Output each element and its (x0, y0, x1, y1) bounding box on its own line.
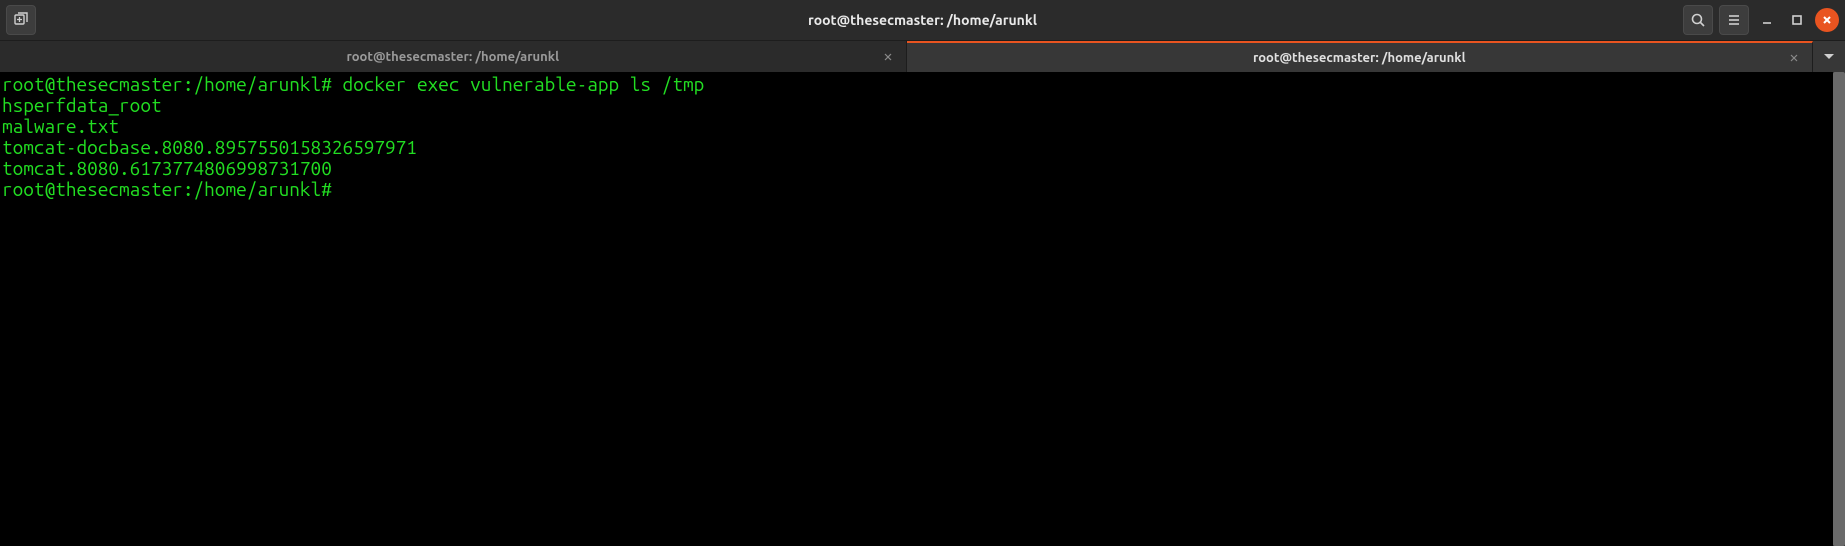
window-controls (1683, 5, 1839, 35)
search-button[interactable] (1683, 5, 1713, 35)
terminal-line: root@thesecmaster:/home/arunkl# docker e… (2, 74, 1831, 95)
tab-bar: root@thesecmaster: /home/arunkl root@the… (0, 40, 1845, 72)
terminal[interactable]: root@thesecmaster:/home/arunkl# docker e… (0, 72, 1833, 546)
terminal-line: root@thesecmaster:/home/arunkl# (2, 179, 1831, 200)
menu-button[interactable] (1719, 5, 1749, 35)
command: docker exec vulnerable-app ls /tmp (342, 73, 704, 95)
maximize-button[interactable] (1785, 8, 1809, 32)
close-icon (1789, 53, 1799, 63)
close-icon (883, 52, 893, 62)
titlebar: root@thesecmaster: /home/arunkl (0, 0, 1845, 40)
minimize-button[interactable] (1755, 8, 1779, 32)
tab-1[interactable]: root@thesecmaster: /home/arunkl (0, 41, 907, 72)
terminal-output-line: malware.txt (2, 116, 1831, 137)
window-title: root@thesecmaster: /home/arunkl (808, 12, 1037, 28)
tab-dropdown[interactable] (1813, 41, 1845, 72)
close-icon (1822, 15, 1832, 25)
maximize-icon (1791, 14, 1803, 26)
chevron-down-icon (1824, 54, 1834, 60)
new-tab-button[interactable] (6, 5, 36, 35)
new-tab-icon (13, 12, 29, 28)
tab-1-label: root@thesecmaster: /home/arunkl (346, 50, 559, 64)
tab-2[interactable]: root@thesecmaster: /home/arunkl (907, 41, 1814, 72)
terminal-output-line: hsperfdata_root (2, 95, 1831, 116)
scrollbar-thumb[interactable] (1833, 72, 1845, 546)
terminal-output-line: tomcat.8080.6173774806998731700 (2, 158, 1831, 179)
scrollbar[interactable] (1833, 72, 1845, 546)
search-icon (1690, 12, 1706, 28)
terminal-output-line: tomcat-docbase.8080.8957550158326597971 (2, 137, 1831, 158)
terminal-area: root@thesecmaster:/home/arunkl# docker e… (0, 72, 1845, 546)
prompt: root@thesecmaster:/home/arunkl# (2, 178, 332, 200)
minimize-icon (1761, 14, 1773, 26)
hamburger-icon (1726, 12, 1742, 28)
close-button[interactable] (1815, 8, 1839, 32)
tab-2-close[interactable] (1786, 50, 1802, 66)
tab-2-label: root@thesecmaster: /home/arunkl (1253, 51, 1466, 65)
tab-1-close[interactable] (880, 49, 896, 65)
prompt: root@thesecmaster:/home/arunkl# (2, 73, 332, 95)
